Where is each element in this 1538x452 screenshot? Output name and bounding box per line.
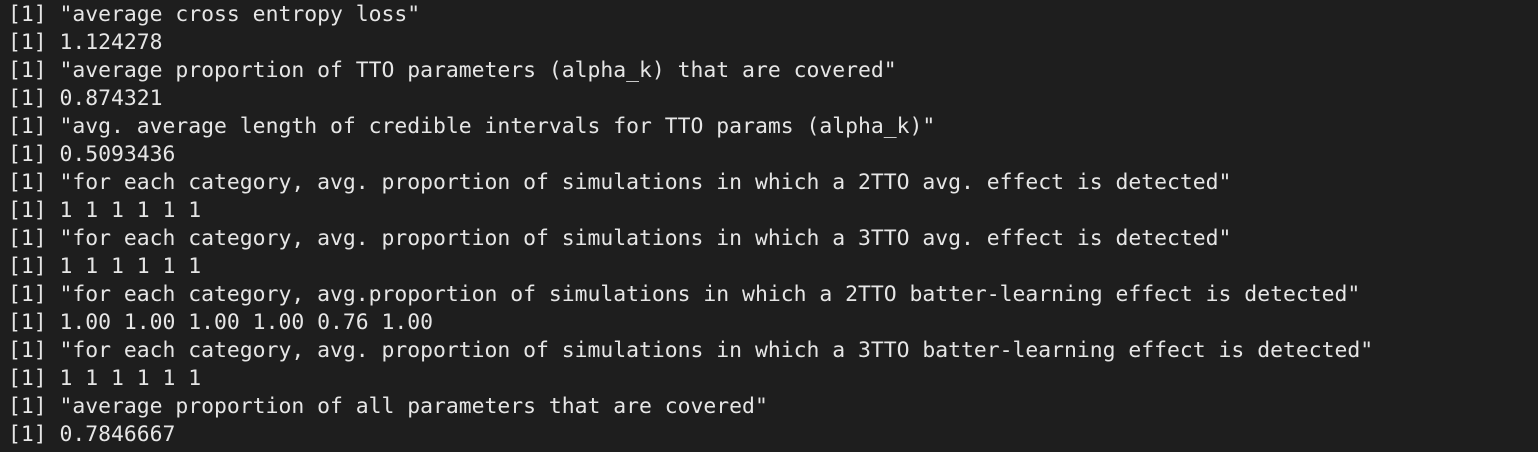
output-line: [1] 1 1 1 1 1 1 [8, 254, 202, 279]
output-line: [1] 0.5093436 [8, 142, 176, 167]
terminal-output[interactable]: [1] "average cross entropy loss" [1] 1.1… [0, 0, 1538, 452]
output-line: [1] "avg. average length of credible int… [8, 114, 936, 139]
output-line: [1] "average cross entropy loss" [8, 2, 421, 27]
output-line: [1] 1 1 1 1 1 1 [8, 366, 202, 391]
output-line: [1] "for each category, avg. proportion … [8, 226, 1232, 251]
output-line: [1] 1 1 1 1 1 1 [8, 198, 202, 223]
output-line: [1] "average proportion of TTO parameter… [8, 58, 897, 83]
output-line: [1] 0.874321 [8, 86, 163, 111]
output-line: [1] 1.00 1.00 1.00 1.00 0.76 1.00 [8, 310, 433, 335]
output-line: [1] "for each category, avg.proportion o… [8, 282, 1361, 307]
output-line: [1] "for each category, avg. proportion … [8, 170, 1232, 195]
output-line: [1] 1.124278 [8, 30, 163, 55]
output-line: [1] "for each category, avg. proportion … [8, 338, 1374, 363]
output-line: [1] "average proportion of all parameter… [8, 394, 768, 419]
output-line: [1] 0.7846667 [8, 422, 176, 447]
